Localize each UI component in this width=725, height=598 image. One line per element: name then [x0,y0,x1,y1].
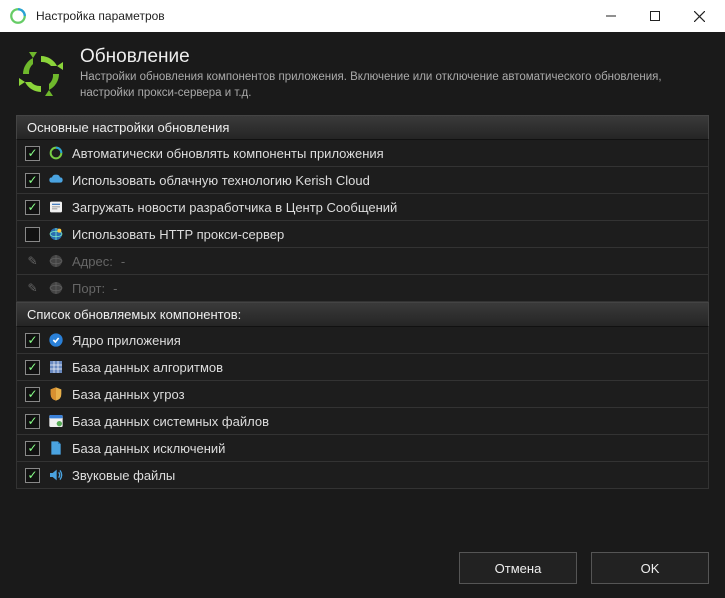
page-title: Обновление [80,46,705,68]
window-icon [48,413,64,429]
row-proxy[interactable]: Использовать HTTP прокси-сервер [16,221,709,248]
close-button[interactable] [677,1,721,31]
globe-icon [48,226,64,242]
checkbox-proxy[interactable] [25,227,40,242]
minimize-button[interactable] [589,1,633,31]
label-proxy: Использовать HTTP прокси-сервер [72,227,284,242]
row-exclusions[interactable]: База данных исключений [16,435,709,462]
checkbox-cloud[interactable] [25,173,40,188]
shield-icon [48,386,64,402]
label-audio: Звуковые файлы [72,468,175,483]
label-proxy-port-key: Порт: [72,281,105,296]
news-icon [48,199,64,215]
ok-button[interactable]: OK [591,552,709,584]
core-icon [48,332,64,348]
cloud-icon [48,172,64,188]
footer: Отмена OK [0,542,725,598]
section-components: Список обновляемых компонентов: [16,302,709,327]
maximize-button[interactable] [633,1,677,31]
cancel-button[interactable]: Отмена [459,552,577,584]
checkbox-exclusions[interactable] [25,441,40,456]
grid-icon [48,359,64,375]
update-icon [16,49,66,99]
checkbox-threats[interactable] [25,387,40,402]
globe-icon-disabled [48,280,64,296]
settings-window: Настройка параметров [0,0,725,598]
pencil-icon: ✎ [25,281,40,296]
globe-icon-disabled [48,253,64,269]
page-subtitle: Настройки обновления компонентов приложе… [80,70,705,101]
app-icon [8,6,28,26]
label-cloud: Использовать облачную технологию Kerish … [72,173,370,188]
row-sysfiles[interactable]: База данных системных файлов [16,408,709,435]
refresh-icon [48,145,64,161]
section-main-settings: Основные настройки обновления [16,115,709,140]
label-algorithms: База данных алгоритмов [72,360,223,375]
label-proxy-port-value: - [113,281,117,296]
page-header: Обновление Настройки обновления компонен… [0,32,725,115]
pencil-icon: ✎ [25,254,40,269]
row-core[interactable]: Ядро приложения [16,327,709,354]
row-auto-update[interactable]: Автоматически обновлять компоненты прило… [16,140,709,167]
window-title: Настройка параметров [36,9,589,23]
row-threats[interactable]: База данных угроз [16,381,709,408]
checkbox-core[interactable] [25,333,40,348]
label-exclusions: База данных исключений [72,441,225,456]
titlebar: Настройка параметров [0,0,725,32]
checkbox-sysfiles[interactable] [25,414,40,429]
content: Основные настройки обновления Автоматиче… [0,115,725,542]
checkbox-auto-update[interactable] [25,146,40,161]
row-cloud[interactable]: Использовать облачную технологию Kerish … [16,167,709,194]
label-core: Ядро приложения [72,333,181,348]
header-text: Обновление Настройки обновления компонен… [80,46,705,101]
label-threats: База данных угроз [72,387,185,402]
speaker-icon [48,467,64,483]
row-algorithms[interactable]: База данных алгоритмов [16,354,709,381]
row-news[interactable]: Загружать новости разработчика в Центр С… [16,194,709,221]
row-proxy-address: ✎ Адрес: - [16,248,709,275]
checkbox-algorithms[interactable] [25,360,40,375]
row-proxy-port: ✎ Порт: - [16,275,709,302]
label-auto-update: Автоматически обновлять компоненты прило… [72,146,384,161]
checkbox-audio[interactable] [25,468,40,483]
window-controls [589,1,721,31]
label-news: Загружать новости разработчика в Центр С… [72,200,397,215]
checkbox-news[interactable] [25,200,40,215]
label-proxy-address-value: - [121,254,125,269]
label-proxy-address-key: Адрес: [72,254,113,269]
label-sysfiles: База данных системных файлов [72,414,269,429]
row-audio[interactable]: Звуковые файлы [16,462,709,489]
window-body: Обновление Настройки обновления компонен… [0,32,725,598]
file-icon [48,440,64,456]
